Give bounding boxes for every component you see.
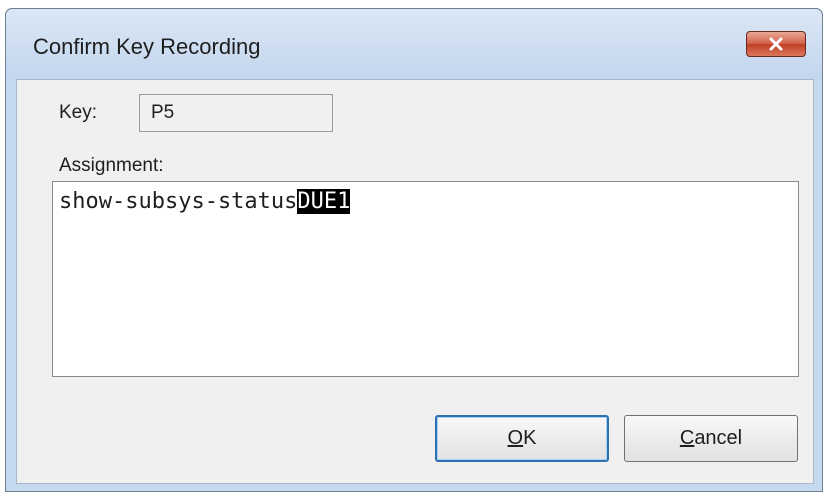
ok-mnemonic: O <box>507 427 524 449</box>
dialog-window: Confirm Key Recording Key: P5 Assignment… <box>5 8 823 492</box>
assignment-textarea[interactable]: show-subsys-statusDUE1 <box>52 181 799 377</box>
title-bar[interactable]: Confirm Key Recording <box>6 9 822 79</box>
assignment-selected-text: DUE1 <box>297 189 351 214</box>
cancel-mnemonic: C <box>679 427 695 449</box>
cancel-label-rest: ancel <box>694 427 743 449</box>
dialog-client-area: Key: P5 Assignment: show-subsys-statusDU… <box>16 79 814 484</box>
close-icon <box>769 37 783 51</box>
key-label: Key: <box>59 102 98 123</box>
window-title: Confirm Key Recording <box>33 34 261 59</box>
assignment-text-unselected: show-subsys-status <box>59 189 298 214</box>
cancel-button[interactable]: Cancel <box>624 415 798 462</box>
ok-button[interactable]: OK <box>435 415 609 462</box>
ok-label-rest: K <box>523 427 537 449</box>
assignment-label: Assignment: <box>59 155 164 176</box>
key-value: P5 <box>151 102 175 123</box>
key-field: P5 <box>139 94 333 132</box>
assignment-text: show-subsys-statusDUE1 <box>59 189 351 214</box>
close-button[interactable] <box>746 31 806 57</box>
